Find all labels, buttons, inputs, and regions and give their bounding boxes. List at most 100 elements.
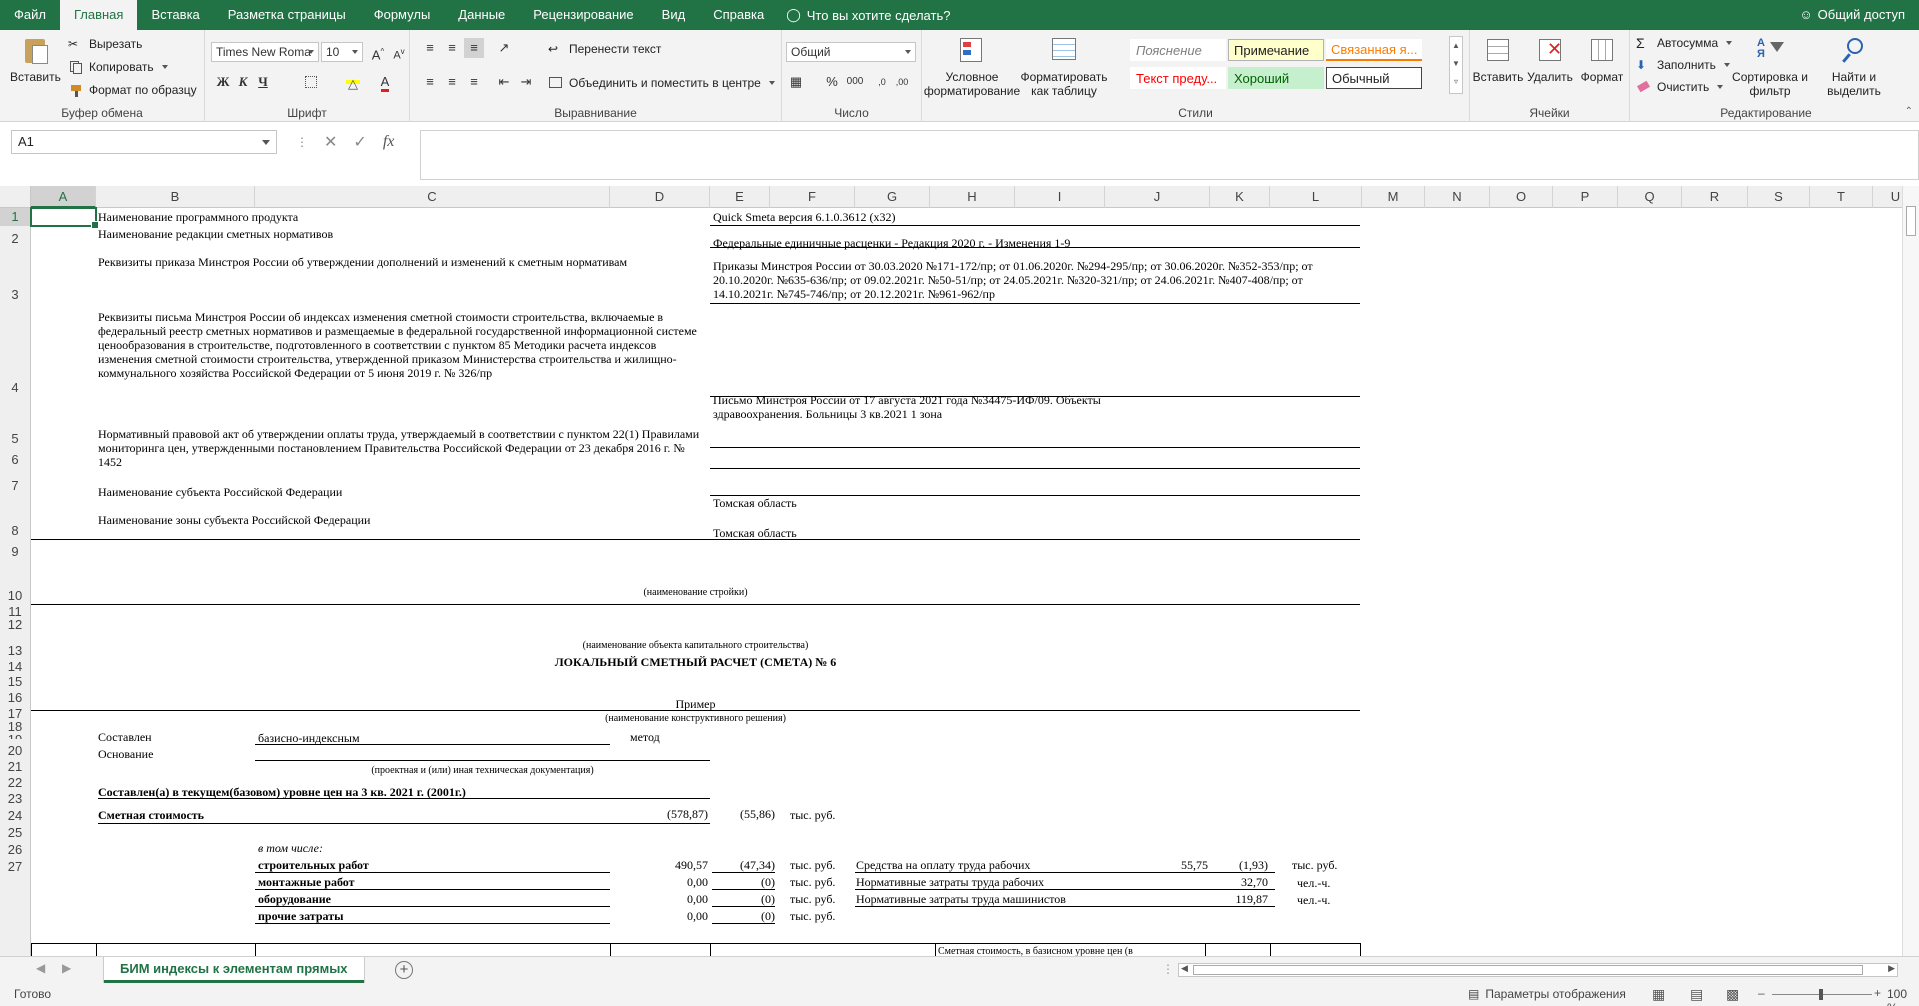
font-size-combo[interactable]: 10 xyxy=(321,42,363,62)
worker-labor-unit[interactable]: чел.-ч. xyxy=(1297,876,1377,890)
cut-button[interactable]: ✂ Вырезать xyxy=(68,37,142,51)
row-header[interactable]: 25 xyxy=(0,825,31,842)
cancel-icon[interactable]: ✕ xyxy=(324,132,337,152)
font-color-icon[interactable]: A xyxy=(375,72,395,92)
zoom-slider[interactable] xyxy=(1772,989,1872,1000)
style-warning-text[interactable]: Текст преду... xyxy=(1130,67,1226,89)
column-header[interactable]: T xyxy=(1810,186,1873,208)
align-middle-icon[interactable]: ≡ xyxy=(442,38,462,58)
thousands-button[interactable]: 000 xyxy=(842,72,868,92)
vertical-scrollbar[interactable] xyxy=(1902,186,1919,956)
zone-label[interactable]: Наименование зоны субъекта Российской Фе… xyxy=(98,513,598,527)
find-select-button[interactable]: Найти и выделить xyxy=(1814,36,1894,98)
row-header[interactable]: 26 xyxy=(0,842,31,859)
price-level-label[interactable]: Составлен(а) в текущем(базовом) уровне ц… xyxy=(98,785,798,799)
row-header[interactable]: 20 xyxy=(0,739,31,760)
autosum-button[interactable]: Σ Автосумма xyxy=(1636,36,1733,50)
norms-edition-label[interactable]: Наименование редакции сметных нормативов xyxy=(98,227,598,241)
zoom-level[interactable]: 100 % xyxy=(1887,987,1919,1006)
machinist-labor-value[interactable]: 119,87 xyxy=(1212,892,1268,906)
active-cell-selection[interactable] xyxy=(30,207,99,229)
style-explanatory[interactable]: Пояснение xyxy=(1130,39,1226,61)
fill-button[interactable]: ⬇ Заполнить xyxy=(1636,58,1730,72)
row-header[interactable]: 23 xyxy=(0,792,31,808)
tab-data[interactable]: Данные xyxy=(444,0,519,30)
composed-label[interactable]: Составлен xyxy=(98,730,238,744)
align-bottom-icon[interactable]: ≡ xyxy=(464,38,484,58)
column-header[interactable]: O xyxy=(1490,186,1553,208)
r24-category[interactable]: монтажные работ xyxy=(258,875,598,889)
add-sheet-button[interactable]: + xyxy=(395,961,413,979)
row-header[interactable]: 21 xyxy=(0,760,31,774)
select-all-corner[interactable] xyxy=(0,186,31,208)
column-header[interactable]: P xyxy=(1553,186,1618,208)
column-header[interactable]: Q xyxy=(1618,186,1682,208)
percent-button[interactable]: % xyxy=(822,72,842,92)
column-header[interactable]: L xyxy=(1270,186,1362,208)
program-name-value[interactable]: Quick Smeta версия 6.1.0.3612 (x32) xyxy=(713,210,1233,224)
construction-name-caption[interactable]: (наименование стройки) xyxy=(31,586,1360,600)
tab-file[interactable]: Файл xyxy=(0,0,60,30)
shrink-font-icon[interactable]: Av xyxy=(389,42,409,62)
documentation-caption[interactable]: (проектная и (или) иная техническая доку… xyxy=(255,764,710,778)
delete-cells-button[interactable]: ✕ Удалить xyxy=(1526,36,1574,84)
tell-me-box[interactable]: ◯ Что вы хотите сделать? xyxy=(778,7,950,23)
r25-current[interactable]: 0,00 xyxy=(611,892,708,906)
number-format-combo[interactable]: Общий xyxy=(786,42,916,62)
estimated-cost-label[interactable]: Сметная стоимость xyxy=(98,808,398,822)
increase-decimal-icon[interactable]: ,0 xyxy=(872,72,892,92)
align-top-icon[interactable]: ≡ xyxy=(420,38,440,58)
font-name-combo[interactable]: Times New Roma xyxy=(211,42,319,62)
display-settings-button[interactable]: ▤ Параметры отображения xyxy=(1468,987,1626,1001)
wage-fund-label[interactable]: Средства на оплату труда рабочих xyxy=(856,858,1106,872)
tab-splitter-icon[interactable]: ⋮ xyxy=(1162,962,1174,976)
normal-view-icon[interactable]: ▦ xyxy=(1652,986,1665,1003)
estimated-cost-unit[interactable]: тыс. руб. xyxy=(790,808,880,822)
estimate-title[interactable]: ЛОКАЛЬНЫЙ СМЕТНЫЙ РАСЧЕТ (СМЕТА) № 6 xyxy=(31,655,1360,669)
enter-icon[interactable]: ✓ xyxy=(353,132,366,152)
tab-insert[interactable]: Вставка xyxy=(137,0,213,30)
zoom-out-icon[interactable]: – xyxy=(1758,986,1765,1000)
column-header[interactable]: D xyxy=(610,186,710,208)
row-header[interactable]: 15 xyxy=(0,674,31,691)
tab-help[interactable]: Справка xyxy=(699,0,778,30)
paste-button[interactable]: Вставить xyxy=(10,36,61,84)
row-header[interactable]: 7 xyxy=(0,469,31,495)
underline-button[interactable]: Ч xyxy=(253,72,273,92)
row-header[interactable]: 1 xyxy=(0,208,31,226)
prev-sheet-icon[interactable]: ◀ xyxy=(36,961,45,975)
column-header[interactable]: S xyxy=(1748,186,1810,208)
collapse-ribbon-icon[interactable]: ⌃ xyxy=(1905,106,1913,117)
horizontal-scrollbar[interactable]: ◀ ▶ xyxy=(1178,963,1898,977)
page-break-view-icon[interactable]: ▩ xyxy=(1726,986,1739,1003)
r24-current[interactable]: 0,00 xyxy=(611,875,708,889)
r26-category[interactable]: прочие затраты xyxy=(258,909,598,923)
row-header[interactable]: 14 xyxy=(0,660,31,674)
column-header[interactable]: R xyxy=(1682,186,1748,208)
wage-fund-base[interactable]: (1,93) xyxy=(1212,858,1268,872)
zone-value[interactable]: Томская область xyxy=(713,526,1013,540)
orientation-icon[interactable]: ↗ xyxy=(494,38,514,58)
sort-filter-button[interactable]: АЯ Сортировка и фильтр xyxy=(1730,36,1810,99)
insert-cells-button[interactable]: Вставить xyxy=(1473,36,1523,84)
row-header[interactable]: 10 xyxy=(0,561,31,605)
formula-input[interactable] xyxy=(420,130,1919,180)
align-right-icon[interactable]: ≡ xyxy=(464,72,484,92)
r26-unit[interactable]: тыс. руб. xyxy=(790,909,880,923)
machinist-labor-unit[interactable]: чел.-ч. xyxy=(1297,893,1377,907)
tab-home[interactable]: Главная xyxy=(59,0,138,30)
letter-requisites-label[interactable]: Реквизиты письма Минстроя России об инде… xyxy=(98,310,708,380)
order-requisites-label[interactable]: Реквизиты приказа Минстроя России об утв… xyxy=(98,255,708,269)
basis-label[interactable]: Основание xyxy=(98,747,238,761)
decrease-decimal-icon[interactable]: ,00 xyxy=(892,72,912,92)
solution-caption[interactable]: (наименование конструктивного решения) xyxy=(31,712,1360,726)
name-box[interactable]: A1 xyxy=(11,130,277,154)
row-header[interactable]: 13 xyxy=(0,633,31,660)
zoom-in-icon[interactable]: + xyxy=(1874,986,1881,1000)
align-left-icon[interactable]: ≡ xyxy=(420,72,440,92)
r23-category[interactable]: строительных работ xyxy=(258,858,598,872)
style-normal[interactable]: Обычный xyxy=(1326,67,1422,89)
styles-scroll[interactable]: ▲ ▼ ▿ xyxy=(1449,36,1463,94)
format-painter-button[interactable]: Формат по образцу xyxy=(68,83,197,97)
row-header[interactable]: 6 xyxy=(0,448,31,469)
